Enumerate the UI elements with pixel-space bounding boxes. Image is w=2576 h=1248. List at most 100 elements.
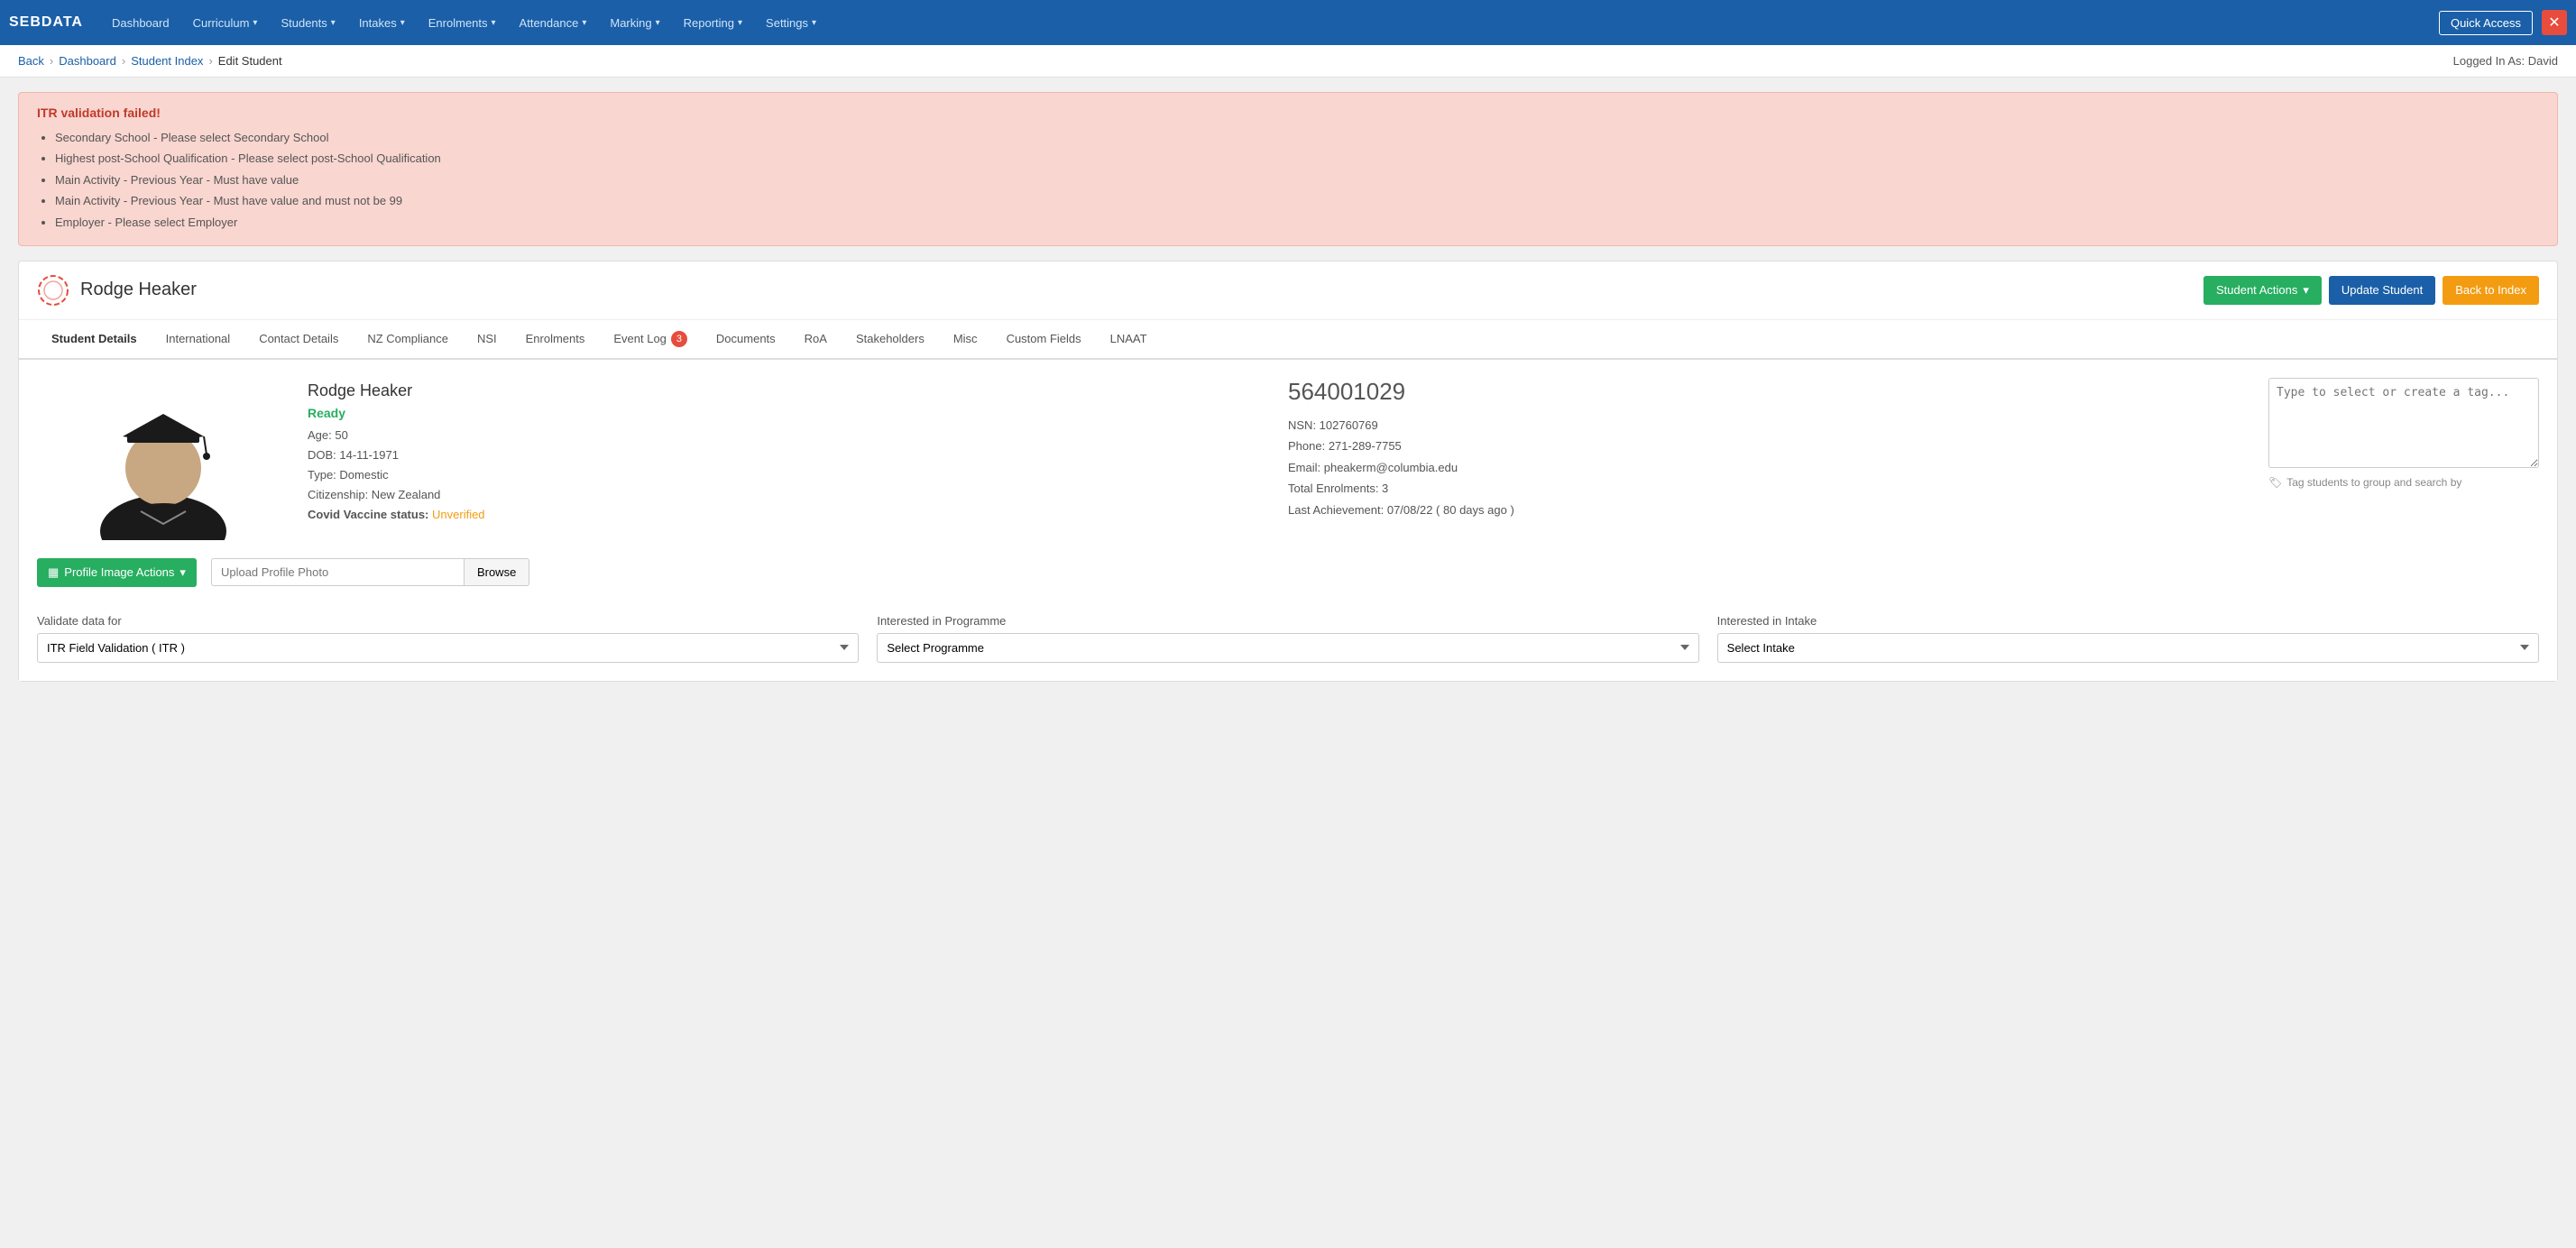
chevron-down-icon: ▾ [331, 18, 336, 28]
breadcrumb-back-link[interactable]: Back [18, 54, 44, 68]
alert-list: Secondary School - Please select Seconda… [37, 127, 2539, 233]
student-phone: Phone: 271-289-7755 [1288, 436, 2250, 456]
intake-group: Interested in Intake Select Intake [1717, 614, 2539, 663]
nav-intakes[interactable]: Intakes ▾ [348, 9, 416, 37]
tags-input[interactable] [2268, 378, 2539, 468]
chevron-down-icon: ▾ [738, 18, 742, 28]
upload-row: Browse [211, 558, 529, 586]
close-button[interactable]: ✕ [2542, 10, 2567, 35]
breadcrumb-sep-2: › [122, 54, 125, 68]
profile-upload-row: ▦ Profile Image Actions ▾ Browse [37, 558, 2539, 587]
validate-label: Validate data for [37, 614, 859, 628]
programme-label: Interested in Programme [877, 614, 1698, 628]
validate-select[interactable]: ITR Field Validation ( ITR ) [37, 633, 859, 663]
nav-marking[interactable]: Marking ▾ [599, 9, 670, 37]
student-dob: DOB: 14-11-1971 [308, 445, 1270, 465]
tab-nsi[interactable]: NSI [463, 320, 511, 360]
quick-access-button[interactable]: Quick Access [2439, 11, 2533, 35]
breadcrumb-current: Edit Student [218, 54, 282, 68]
tabs-bar: Student Details International Contact De… [19, 320, 2557, 360]
student-nsn: NSN: 102760769 [1288, 415, 2250, 436]
student-email: Email: pheakerm@columbia.edu [1288, 457, 2250, 478]
tab-student-details[interactable]: Student Details [37, 320, 152, 360]
image-icon: ▦ [48, 565, 59, 580]
nav-items: Dashboard Curriculum ▾ Students ▾ Intake… [101, 9, 2439, 37]
nav-curriculum[interactable]: Curriculum ▾ [182, 9, 269, 37]
tab-international[interactable]: International [152, 320, 245, 360]
programme-group: Interested in Programme Select Programme [877, 614, 1698, 663]
browse-button[interactable]: Browse [464, 558, 529, 586]
student-type: Type: Domestic [308, 465, 1270, 485]
chevron-down-icon: ▾ [582, 18, 586, 28]
alert-item-5: Employer - Please select Employer [55, 212, 2539, 233]
student-card-header: Rodge Heaker Student Actions ▾ Update St… [19, 262, 2557, 320]
tag-hint: 🏷 Tag students to group and search by [2268, 476, 2539, 489]
tab-contact-details[interactable]: Contact Details [244, 320, 353, 360]
profile-student-name: Rodge Heaker [308, 381, 1270, 400]
chevron-down-icon: ▾ [400, 18, 405, 28]
nav-reporting[interactable]: Reporting ▾ [673, 9, 753, 37]
alert-item-3: Main Activity - Previous Year - Must hav… [55, 170, 2539, 190]
tab-stakeholders[interactable]: Stakeholders [842, 320, 939, 360]
student-last-achievement: Last Achievement: 07/08/22 ( 80 days ago… [1288, 500, 2250, 520]
student-details-grid: Rodge Heaker Ready Age: 50 DOB: 14-11-19… [37, 378, 2539, 540]
validate-section: Validate data for ITR Field Validation (… [37, 614, 2539, 663]
update-student-button[interactable]: Update Student [2329, 276, 2435, 305]
nav-students[interactable]: Students ▾ [270, 9, 345, 37]
breadcrumb: Back › Dashboard › Student Index › Edit … [18, 54, 282, 68]
tab-event-log[interactable]: Event Log 3 [599, 320, 702, 360]
profile-info: Rodge Heaker Ready Age: 50 DOB: 14-11-19… [308, 381, 1270, 540]
nav-dashboard[interactable]: Dashboard [101, 9, 180, 37]
alert-banner: ITR validation failed! Secondary School … [18, 92, 2558, 246]
profile-avatar [73, 378, 253, 540]
chevron-down-icon: ▾ [253, 18, 257, 28]
student-citizenship: Citizenship: New Zealand [308, 485, 1270, 505]
tab-enrolments[interactable]: Enrolments [511, 320, 600, 360]
student-enrolments: Total Enrolments: 3 [1288, 478, 2250, 499]
student-status: Ready [308, 406, 1270, 420]
profile-image-area [37, 378, 290, 540]
tab-lnaat[interactable]: LNAAT [1096, 320, 1162, 360]
profile-image-actions-button[interactable]: ▦ Profile Image Actions ▾ [37, 558, 197, 587]
upload-profile-photo-input[interactable] [211, 558, 464, 586]
tab-roa[interactable]: RoA [790, 320, 842, 360]
brand: SEBDATA [9, 14, 83, 31]
alert-item-1: Secondary School - Please select Seconda… [55, 127, 2539, 148]
student-age: Age: 50 [308, 426, 1270, 445]
tab-misc[interactable]: Misc [939, 320, 992, 360]
covid-value: Unverified [432, 508, 485, 521]
breadcrumb-bar: Back › Dashboard › Student Index › Edit … [0, 45, 2576, 78]
tab-documents[interactable]: Documents [702, 320, 790, 360]
validate-data-group: Validate data for ITR Field Validation (… [37, 614, 859, 663]
breadcrumb-sep-1: › [50, 54, 53, 68]
alert-item-2: Highest post-School Qualification - Plea… [55, 148, 2539, 169]
breadcrumb-student-index-link[interactable]: Student Index [131, 54, 203, 68]
student-id-details: NSN: 102760769 Phone: 271-289-7755 Email… [1288, 415, 2250, 520]
student-actions-button[interactable]: Student Actions ▾ [2203, 276, 2322, 305]
student-name-header: Rodge Heaker [37, 274, 197, 307]
tab-content-student-details: Rodge Heaker Ready Age: 50 DOB: 14-11-19… [19, 360, 2557, 681]
chevron-down-icon: ▾ [2303, 283, 2309, 298]
student-name: Rodge Heaker [80, 280, 197, 300]
nav-attendance[interactable]: Attendance ▾ [509, 9, 598, 37]
chevron-down-icon: ▾ [179, 565, 186, 580]
header-actions: Student Actions ▾ Update Student Back to… [2203, 276, 2539, 305]
back-to-index-button[interactable]: Back to Index [2443, 276, 2539, 305]
alert-title: ITR validation failed! [37, 106, 2539, 120]
tags-area: 🏷 Tag students to group and search by [2268, 378, 2539, 540]
intake-select[interactable]: Select Intake [1717, 633, 2539, 663]
programme-select[interactable]: Select Programme [877, 633, 1698, 663]
student-logo-icon [37, 274, 69, 307]
student-id-area: 564001029 NSN: 102760769 Phone: 271-289-… [1288, 378, 2250, 540]
student-covid: Covid Vaccine status: Unverified [308, 505, 1270, 525]
nav-enrolments[interactable]: Enrolments ▾ [418, 9, 507, 37]
tab-nz-compliance[interactable]: NZ Compliance [353, 320, 463, 360]
student-card: Rodge Heaker Student Actions ▾ Update St… [18, 261, 2558, 682]
graduation-avatar-icon [73, 378, 253, 540]
intake-label: Interested in Intake [1717, 614, 2539, 628]
main-content: Back › Dashboard › Student Index › Edit … [0, 45, 2576, 682]
nav-settings[interactable]: Settings ▾ [755, 9, 827, 37]
chevron-down-icon: ▾ [812, 18, 816, 28]
breadcrumb-dashboard-link[interactable]: Dashboard [59, 54, 116, 68]
tab-custom-fields[interactable]: Custom Fields [992, 320, 1096, 360]
